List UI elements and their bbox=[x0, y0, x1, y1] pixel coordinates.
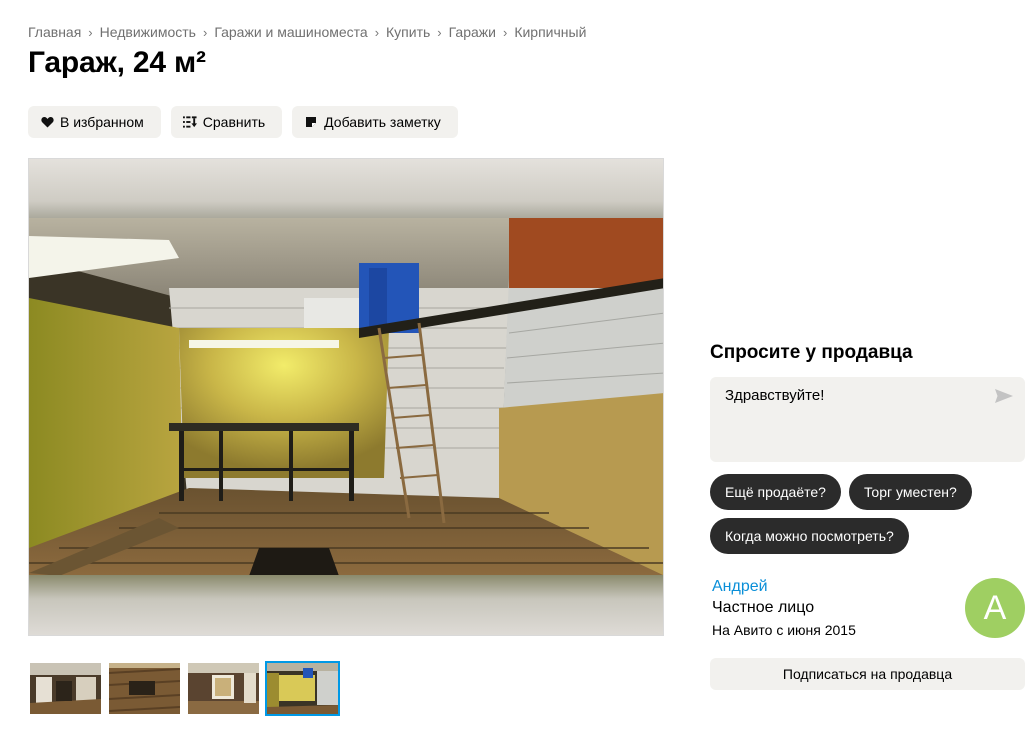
breadcrumb-item-garages[interactable]: Гаражи bbox=[449, 24, 496, 40]
message-text: Здравствуйте! bbox=[725, 387, 825, 404]
page-title: Гараж, 24 м² bbox=[28, 46, 206, 79]
thumbnail-4[interactable] bbox=[265, 661, 340, 716]
quick-reply-when-to-view[interactable]: Когда можно посмотреть? bbox=[710, 518, 909, 554]
favorite-label: В избранном bbox=[60, 114, 144, 130]
compare-label: Сравнить bbox=[202, 114, 266, 130]
ask-seller-panel: Спросите у продавца Здравствуйте! Ещё пр… bbox=[710, 340, 1026, 554]
breadcrumb-item-home[interactable]: Главная bbox=[28, 24, 81, 40]
ask-seller-title: Спросите у продавца bbox=[710, 342, 913, 363]
thumbnail-strip bbox=[28, 661, 340, 716]
breadcrumb-separator: › bbox=[88, 24, 93, 40]
breadcrumb-separator: › bbox=[374, 24, 380, 40]
quick-reply-bargain[interactable]: Торг уместен? bbox=[848, 474, 972, 510]
add-note-label: Добавить заметку bbox=[324, 114, 441, 130]
breadcrumb: Главная › Недвижимость › Гаражи и машино… bbox=[28, 24, 586, 40]
avatar[interactable]: А bbox=[965, 578, 1025, 638]
breadcrumb-item-realty[interactable]: Недвижимость bbox=[100, 24, 196, 40]
action-bar: В избранном Сравнить Добавить заметку bbox=[28, 106, 458, 138]
breadcrumb-separator: › bbox=[437, 24, 442, 40]
photo-gallery[interactable] bbox=[28, 158, 664, 636]
thumbnail-3[interactable] bbox=[186, 661, 261, 716]
compare-button[interactable]: Сравнить bbox=[170, 106, 283, 138]
breadcrumb-item-garages-parking[interactable]: Гаражи и машиноместа bbox=[214, 24, 367, 40]
thumbnail-1[interactable] bbox=[28, 661, 103, 716]
photo-blur-backdrop bbox=[29, 159, 663, 219]
quick-replies: Ещё продаёте? Торг уместен? Когда можно … bbox=[710, 474, 1026, 554]
thumbnail-2[interactable] bbox=[107, 661, 182, 716]
message-input[interactable]: Здравствуйте! bbox=[710, 377, 1025, 462]
heart-icon bbox=[40, 115, 54, 129]
compare-icon bbox=[182, 115, 197, 129]
breadcrumb-separator: › bbox=[502, 24, 508, 40]
subscribe-button[interactable]: Подписаться на продавца bbox=[710, 658, 1025, 690]
favorite-button[interactable]: В избранном bbox=[28, 106, 161, 138]
send-icon[interactable] bbox=[995, 389, 1013, 407]
quick-reply-still-selling[interactable]: Ещё продаёте? bbox=[710, 474, 841, 510]
photo-blur-backdrop bbox=[29, 575, 663, 635]
breadcrumb-item-brick[interactable]: Кирпичный bbox=[514, 24, 586, 40]
breadcrumb-separator: › bbox=[202, 24, 208, 40]
breadcrumb-item-buy[interactable]: Купить bbox=[386, 24, 430, 40]
note-icon bbox=[304, 115, 318, 129]
add-note-button[interactable]: Добавить заметку bbox=[292, 106, 458, 138]
main-photo[interactable] bbox=[29, 218, 663, 576]
